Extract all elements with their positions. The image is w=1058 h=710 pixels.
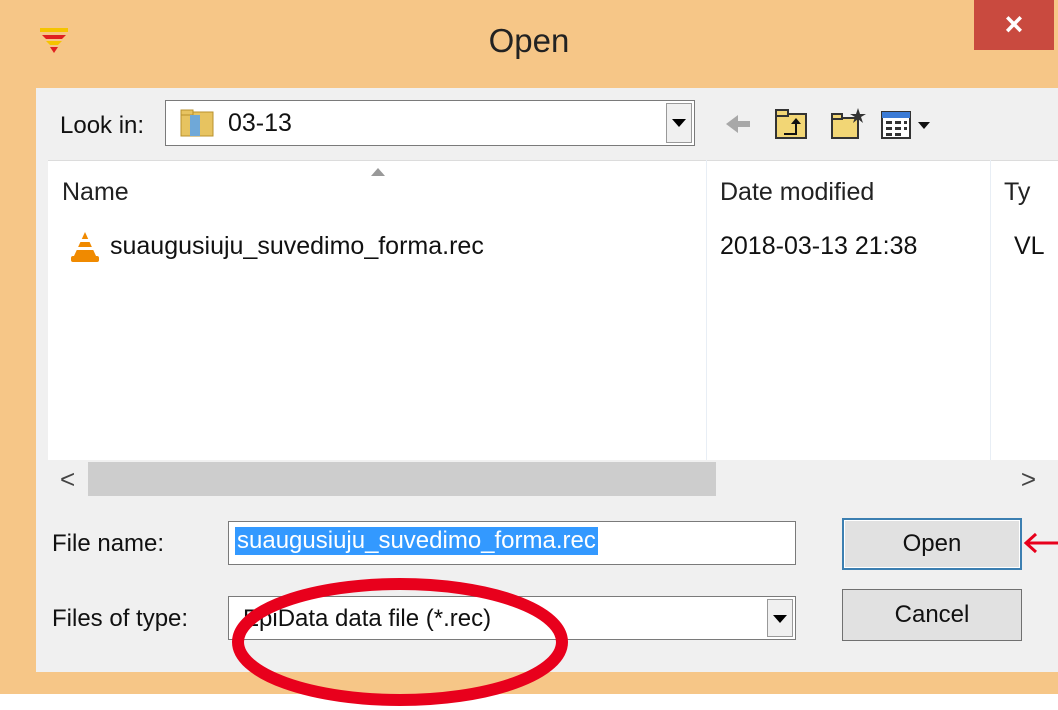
annotation-ellipse	[232, 578, 568, 706]
file-name-label: File name:	[52, 530, 165, 557]
column-separator[interactable]	[990, 160, 991, 460]
column-header-type[interactable]: Ty	[1004, 178, 1030, 207]
scroll-right-icon[interactable]: >	[1021, 464, 1036, 495]
open-dialog: Open × Look in: 03-13 Name Date modified…	[0, 0, 1058, 706]
scroll-left-icon[interactable]: <	[60, 464, 75, 495]
chevron-down-icon	[672, 119, 686, 127]
file-name-cell: suaugusiuju_suvedimo_forma.rec	[110, 232, 484, 260]
look-in-dropdown[interactable]: 03-13	[165, 100, 695, 146]
file-name-input[interactable]: suaugusiuju_suvedimo_forma.rec	[228, 521, 796, 565]
file-date-cell: 2018-03-13 21:38	[720, 232, 918, 260]
sort-ascending-icon	[371, 168, 385, 176]
cancel-button[interactable]: Cancel	[842, 589, 1022, 641]
horizontal-scrollbar[interactable]: < >	[48, 460, 1058, 498]
file-row[interactable]: suaugusiuju_suvedimo_forma.rec 2018-03-1…	[48, 222, 1058, 268]
open-button[interactable]: Open	[842, 518, 1022, 570]
folder-icon	[180, 109, 214, 137]
chevron-down-icon	[773, 615, 787, 623]
vlc-cone-icon	[71, 232, 99, 262]
column-header-name[interactable]: Name	[62, 178, 129, 207]
close-button[interactable]: ×	[974, 0, 1054, 50]
scrollbar-thumb[interactable]	[88, 462, 716, 496]
file-type-cell: VL	[1014, 232, 1045, 260]
new-folder-icon[interactable]	[828, 104, 868, 144]
view-menu-icon[interactable]	[878, 104, 944, 144]
annotation-arrow-icon	[1023, 532, 1058, 554]
look-in-dropdown-arrow[interactable]	[666, 103, 692, 143]
look-in-value: 03-13	[228, 109, 292, 137]
title-bar[interactable]: Open ×	[0, 0, 1058, 88]
window-title: Open	[488, 22, 570, 59]
files-of-type-dropdown-arrow[interactable]	[767, 599, 793, 637]
up-folder-icon[interactable]	[772, 104, 812, 144]
column-header-date-modified[interactable]: Date modified	[720, 178, 874, 207]
column-separator[interactable]	[706, 160, 707, 460]
file-name-value: suaugusiuju_suvedimo_forma.rec	[235, 527, 598, 555]
back-arrow-icon[interactable]	[718, 104, 758, 144]
look-in-label: Look in:	[60, 112, 145, 139]
files-of-type-label: Files of type:	[52, 605, 189, 632]
file-list[interactable]	[48, 160, 1058, 461]
